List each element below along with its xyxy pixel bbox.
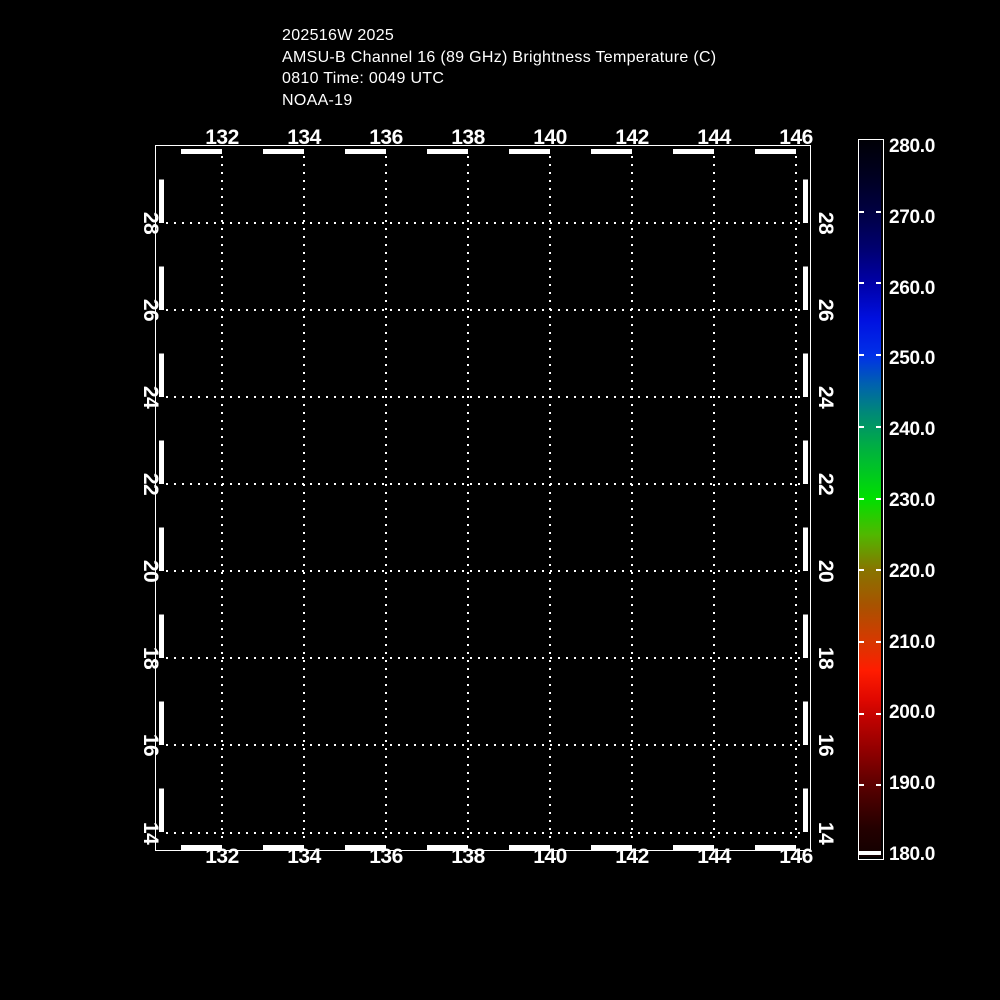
- colorbar-tick-left: [859, 282, 864, 285]
- colorbar-tick-label: 220.0: [889, 560, 936, 582]
- x-tick-label-top: 144: [697, 126, 731, 149]
- colorbar-tick-left: [859, 784, 864, 787]
- y-tick-label-left: 20: [139, 559, 162, 583]
- y-tick-label-right: 16: [814, 733, 837, 757]
- y-tick-label-left: 24: [139, 385, 162, 409]
- colorbar-outline: [858, 139, 884, 860]
- colorbar-tick-label: 230.0: [889, 490, 936, 511]
- header-line-satellite: NOAA-19: [282, 91, 353, 109]
- gridline-horizontal: [166, 222, 801, 224]
- y-tick-label-left: 22: [139, 472, 162, 496]
- y-tick-label-right: 14: [814, 821, 837, 845]
- y-tick-label-left: 28: [139, 211, 162, 235]
- colorbar-tick-right: [876, 282, 881, 285]
- x-tick-label-bottom: 138: [451, 845, 485, 868]
- colorbar-tick-label: 270.0: [889, 206, 936, 228]
- header-line-dataset: 202516W 2025: [282, 27, 395, 44]
- colorbar-tick-label: 190.0: [889, 773, 936, 795]
- gridline-horizontal: [166, 483, 801, 485]
- plot-canvas: 202516W 2025 AMSU-B Channel 16 (89 GHz) …: [0, 0, 1000, 1000]
- gridline-vertical: [631, 156, 633, 842]
- x-tick-label-bottom: 144: [697, 845, 731, 868]
- colorbar-tick-left: [859, 354, 864, 357]
- header-line-title: AMSU-B Channel 16 (89 GHz) Brightness Te…: [282, 48, 717, 66]
- gridline-horizontal: [166, 396, 801, 398]
- colorbar-tick-left: [859, 497, 864, 500]
- y-tick-label-right: 18: [814, 646, 837, 670]
- y-tick-label-right: 20: [814, 559, 837, 583]
- colorbar-tick-label: 260.0: [889, 277, 936, 299]
- colorbar-tick-left: [859, 640, 864, 643]
- x-tick-label-top: 140: [533, 126, 567, 149]
- gridline-vertical: [549, 156, 551, 842]
- x-tick-label-bottom: 132: [205, 845, 239, 868]
- colorbar-tick-label: 240.0: [889, 419, 936, 441]
- colorbar-tick-right: [876, 712, 881, 715]
- colorbar-tick-left: [859, 569, 864, 572]
- header-line-time: 0810 Time: 0049 UTC: [282, 70, 445, 87]
- colorbar-tick-label: 250.0: [889, 348, 936, 370]
- x-tick-label-bottom: 134: [287, 845, 321, 868]
- x-tick-label-top: 136: [369, 126, 403, 149]
- gridline-horizontal: [166, 309, 801, 311]
- colorbar-tick-right: [876, 569, 881, 572]
- y-tick-label-left: 18: [139, 646, 162, 670]
- x-tick-label-bottom: 136: [369, 845, 403, 868]
- colorbar-tick-left: [859, 210, 864, 213]
- y-tick-label-right: 22: [814, 472, 837, 496]
- colorbar-tick-right: [876, 497, 881, 500]
- y-tick-label-right: 24: [814, 385, 837, 409]
- colorbar-tick-right: [876, 640, 881, 643]
- y-tick-label-left: 26: [139, 298, 162, 322]
- map-border-bar-right: [803, 150, 808, 842]
- colorbar-tick-right: [876, 354, 881, 357]
- colorbar-tick-right: [876, 210, 881, 213]
- gridline-vertical: [713, 156, 715, 842]
- gridline-vertical: [221, 156, 223, 842]
- gridline-vertical: [385, 156, 387, 842]
- colorbar-tick-label: 200.0: [889, 702, 936, 724]
- x-tick-label-top: 138: [451, 126, 485, 149]
- y-tick-label-right: 26: [814, 298, 837, 322]
- colorbar-tick-right: [876, 425, 881, 428]
- x-tick-label-top: 132: [205, 126, 239, 149]
- y-tick-label-left: 16: [139, 733, 162, 757]
- gridline-horizontal: [166, 657, 801, 659]
- y-tick-label-right: 28: [814, 211, 837, 235]
- colorbar-tick-left: [859, 425, 864, 428]
- gridline-horizontal: [166, 744, 801, 746]
- x-tick-label-top: 146: [779, 126, 813, 149]
- y-tick-label-left: 14: [139, 821, 162, 845]
- gridline-horizontal: [166, 570, 801, 572]
- gridline-vertical: [467, 156, 469, 842]
- gridline-vertical: [795, 156, 797, 842]
- colorbar-tick-right: [876, 784, 881, 787]
- colorbar-tick-label: 180.0: [889, 844, 936, 865]
- x-tick-label-bottom: 140: [533, 845, 567, 868]
- colorbar-tick-label: 280.0: [889, 136, 936, 157]
- colorbar-tick-label: 210.0: [889, 631, 936, 653]
- colorbar-tick-left: [859, 712, 864, 715]
- x-tick-label-top: 134: [287, 126, 321, 149]
- x-tick-label-top: 142: [615, 126, 649, 149]
- gridline-vertical: [303, 156, 305, 842]
- gridline-horizontal: [166, 832, 801, 834]
- x-tick-label-bottom: 142: [615, 845, 649, 868]
